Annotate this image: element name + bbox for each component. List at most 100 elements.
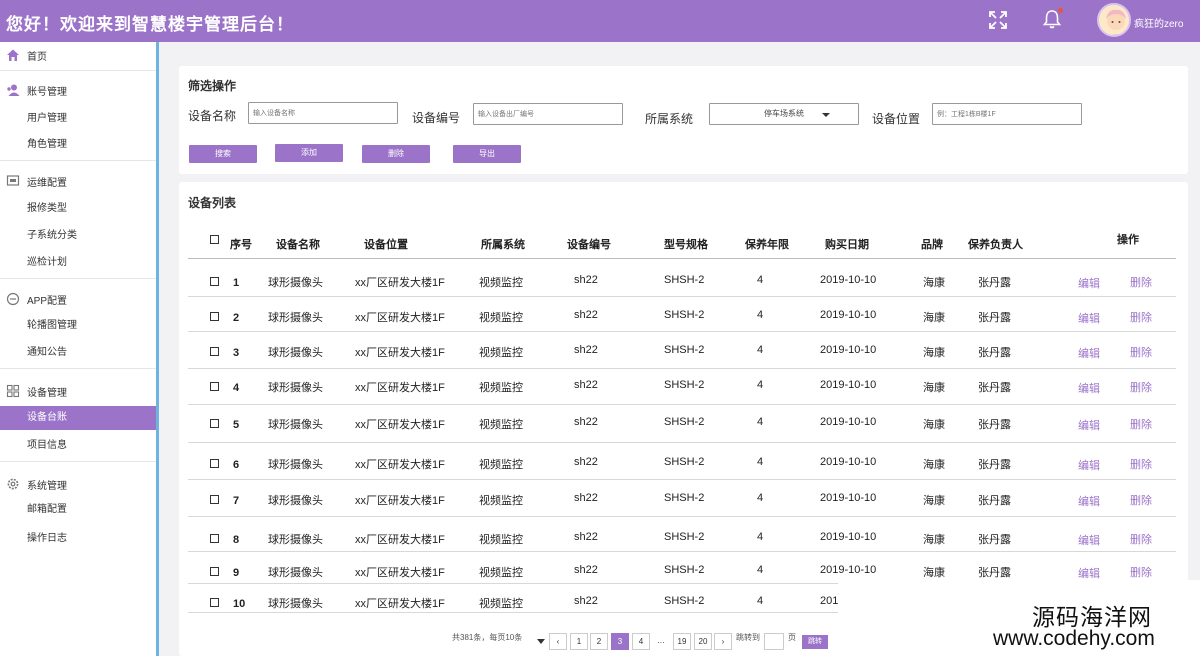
- cell-model: SHSH-2: [664, 379, 705, 391]
- cell-years: 4: [757, 595, 764, 607]
- row-checkbox[interactable]: [210, 459, 219, 468]
- top-bar: 您好！欢迎来到智慧楼宇管理后台！ 疯狂的zero: [0, 0, 1200, 42]
- page-4[interactable]: 4: [632, 633, 650, 650]
- row-number: 5: [233, 419, 240, 431]
- delete-link[interactable]: 删除: [1130, 379, 1152, 395]
- sidebar-item-email[interactable]: 邮箱配置: [0, 498, 156, 522]
- system-select[interactable]: 停车场系统: [709, 103, 859, 125]
- row-checkbox[interactable]: [210, 347, 219, 356]
- row-checkbox[interactable]: [210, 567, 219, 576]
- notification-dot: [1058, 8, 1063, 13]
- page-size-dropdown-icon[interactable]: [537, 639, 545, 644]
- device-name-input[interactable]: [248, 102, 398, 124]
- sidebar-item-notices[interactable]: 通知公告: [0, 341, 156, 365]
- app-icon: [6, 292, 20, 306]
- delete-link[interactable]: 删除: [1130, 416, 1152, 432]
- jump-label: 跳转到: [736, 633, 760, 642]
- sidebar-group-devices[interactable]: 设备管理: [0, 382, 156, 400]
- device-code-input[interactable]: [473, 103, 623, 125]
- delete-link[interactable]: 删除: [1130, 456, 1152, 472]
- delete-link[interactable]: 删除: [1130, 309, 1152, 325]
- cell-system: 视频监控: [479, 534, 523, 546]
- cell-location: xx厂区研发大楼1F: [355, 382, 445, 394]
- sidebar-item-users[interactable]: 用户管理: [0, 107, 156, 131]
- search-button[interactable]: 搜索: [189, 145, 257, 163]
- page-20[interactable]: 20: [694, 633, 712, 650]
- edit-link[interactable]: 编辑: [1078, 532, 1100, 548]
- home-icon: [7, 49, 19, 61]
- page-2[interactable]: 2: [590, 633, 608, 650]
- sidebar-item-carousel[interactable]: 轮播图管理: [0, 314, 156, 338]
- cell-years: 4: [757, 456, 764, 468]
- device-name-label: 设备名称: [188, 109, 237, 123]
- edit-link[interactable]: 编辑: [1078, 417, 1100, 433]
- watermark-url: www.codehy.com: [993, 627, 1155, 650]
- sidebar-group-label: 账号管理: [27, 86, 67, 98]
- cell-code: sh22: [574, 344, 598, 356]
- cell-owner: 张丹露: [978, 567, 1011, 579]
- select-all-checkbox[interactable]: [210, 235, 219, 244]
- delete-link[interactable]: 删除: [1130, 274, 1152, 290]
- cell-code: sh22: [574, 416, 598, 428]
- edit-link[interactable]: 编辑: [1078, 493, 1100, 509]
- filter-title: 筛选操作: [188, 79, 237, 93]
- edit-link[interactable]: 编辑: [1078, 345, 1100, 361]
- chevron-down-icon: [822, 113, 830, 117]
- row-number: 9: [233, 567, 240, 579]
- cell-location: xx厂区研发大楼1F: [355, 419, 445, 431]
- page-3[interactable]: 3: [611, 633, 629, 650]
- sidebar-item-logs[interactable]: 操作日志: [0, 527, 156, 551]
- sidebar-group-app[interactable]: APP配置: [0, 290, 156, 308]
- sidebar-item-repair-types[interactable]: 报修类型: [0, 197, 156, 221]
- row-divider: [188, 331, 1176, 332]
- row-checkbox[interactable]: [210, 277, 219, 286]
- next-page-button[interactable]: ›: [714, 633, 732, 650]
- prev-page-button[interactable]: ‹: [549, 633, 567, 650]
- cell-code: sh22: [574, 379, 598, 391]
- edit-link[interactable]: 编辑: [1078, 565, 1100, 581]
- delete-link[interactable]: 删除: [1130, 564, 1152, 580]
- col-header-brand: 品牌: [921, 239, 943, 251]
- delete-button[interactable]: 删除: [362, 145, 430, 163]
- add-button[interactable]: 添加: [275, 144, 343, 162]
- sidebar-group-ops[interactable]: 运维配置: [0, 172, 156, 190]
- sidebar-item-subsystems[interactable]: 子系统分类: [0, 224, 156, 248]
- fullscreen-icon[interactable]: [988, 10, 1008, 30]
- row-checkbox[interactable]: [210, 598, 219, 607]
- username[interactable]: 疯狂的zero: [1134, 15, 1183, 30]
- jump-button[interactable]: 跳转: [802, 635, 828, 649]
- sidebar-item-home[interactable]: 首页: [0, 46, 156, 64]
- cell-date: 2019-10-10: [820, 531, 877, 543]
- sidebar-item-roles[interactable]: 角色管理: [0, 133, 156, 157]
- row-checkbox[interactable]: [210, 534, 219, 543]
- welcome-title: 您好！欢迎来到智慧楼宇管理后台！: [6, 15, 294, 34]
- page-1[interactable]: 1: [570, 633, 588, 650]
- sidebar-scrollbar[interactable]: [156, 42, 159, 656]
- row-checkbox[interactable]: [210, 419, 219, 428]
- sidebar-item-inspection[interactable]: 巡检计划: [0, 251, 156, 275]
- edit-link[interactable]: 编辑: [1078, 457, 1100, 473]
- delete-link[interactable]: 删除: [1130, 344, 1152, 360]
- export-button[interactable]: 导出: [453, 145, 521, 163]
- system-label: 所属系统: [645, 112, 694, 126]
- sidebar-item-projects[interactable]: 项目信息: [0, 434, 156, 458]
- col-header-owner: 保养负责人: [968, 239, 1023, 251]
- edit-link[interactable]: 编辑: [1078, 275, 1100, 291]
- row-checkbox[interactable]: [210, 495, 219, 504]
- sidebar-group-system[interactable]: 系统管理: [0, 475, 156, 493]
- cell-code: sh22: [574, 564, 598, 576]
- page-19[interactable]: 19: [673, 633, 691, 650]
- cell-code: sh22: [574, 274, 598, 286]
- row-checkbox[interactable]: [210, 382, 219, 391]
- sidebar-group-account[interactable]: 账号管理: [0, 81, 156, 99]
- avatar[interactable]: [1097, 3, 1131, 37]
- jump-page-input[interactable]: [764, 633, 784, 650]
- edit-link[interactable]: 编辑: [1078, 310, 1100, 326]
- sidebar-item-device-ledger[interactable]: 设备台账: [0, 406, 156, 430]
- delete-link[interactable]: 删除: [1130, 492, 1152, 508]
- delete-link[interactable]: 删除: [1130, 531, 1152, 547]
- device-location-input[interactable]: [932, 103, 1082, 125]
- row-checkbox[interactable]: [210, 312, 219, 321]
- edit-link[interactable]: 编辑: [1078, 380, 1100, 396]
- cell-brand: 海康: [923, 567, 945, 579]
